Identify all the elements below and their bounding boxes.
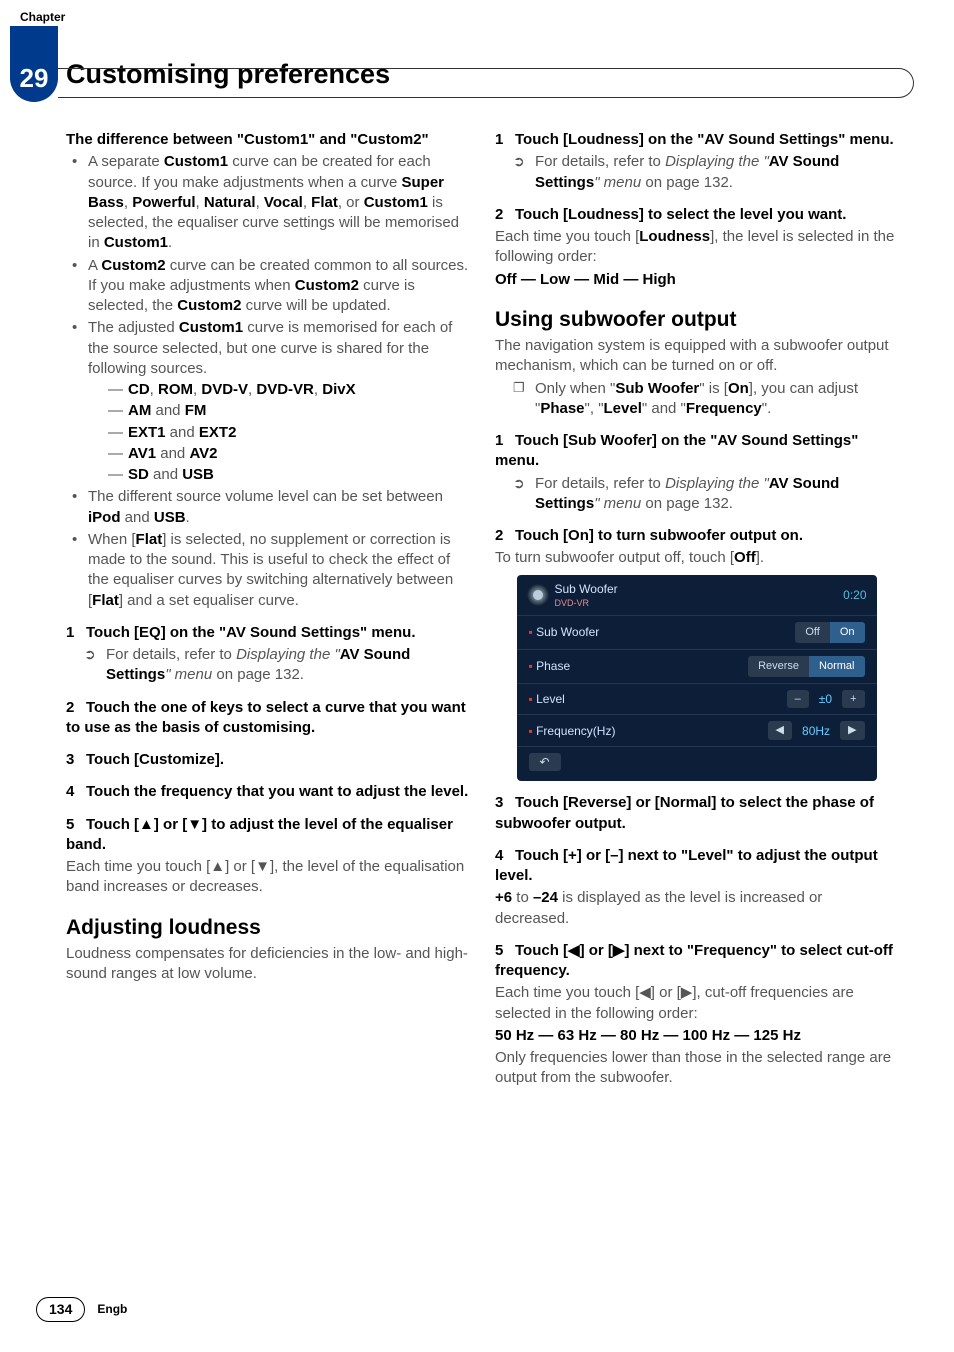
minus-button[interactable]: – xyxy=(787,690,809,709)
loudness-body: Loudness compensates for deficiencies in… xyxy=(66,944,469,985)
frequency-value: 80Hz xyxy=(792,723,840,739)
row-label: Phase xyxy=(529,658,749,674)
step-4: 4Touch [+] or [–] next to "Level" to adj… xyxy=(495,846,898,887)
step-2: 2Touch [On] to turn subwoofer output on. xyxy=(495,526,898,546)
disc-icon xyxy=(527,584,549,606)
page-number: 134 xyxy=(36,1297,85,1322)
screen-row-subwoofer: Sub Woofer Off On xyxy=(517,615,877,649)
back-button[interactable]: ↶ xyxy=(529,753,561,771)
step-body: Each time you touch [Loudness], the leve… xyxy=(495,227,898,268)
language-code: Engb xyxy=(97,1302,127,1318)
crossref-note: For details, refer to Displaying the "AV… xyxy=(495,152,898,193)
step-body: +6 to –24 is displayed as the level is i… xyxy=(495,888,898,929)
dash-item: EXT1 and EXT2 xyxy=(88,423,469,443)
level-value: ±0 xyxy=(809,691,842,707)
page-footer: 134 Engb xyxy=(36,1297,127,1322)
step-3: 3Touch [Customize]. xyxy=(66,750,469,770)
clock: 0:20 xyxy=(843,587,866,603)
list-item: A Custom2 curve can be created common to… xyxy=(66,256,469,317)
dash-item: SD and USB xyxy=(88,465,469,485)
header-rule xyxy=(58,68,914,98)
chapter-header: 29 Customising preferences xyxy=(10,54,914,96)
screen-row-phase: Phase Reverse Normal xyxy=(517,649,877,683)
condition-note: Only when "Sub Woofer" is [On], you can … xyxy=(495,379,898,420)
sequence: 50 Hz — 63 Hz — 80 Hz — 100 Hz — 125 Hz xyxy=(495,1026,898,1046)
screen-header: Sub Woofer DVD-VR 0:20 xyxy=(517,575,877,615)
chapter-number-badge: 29 xyxy=(10,26,58,102)
step-5: 5Touch [◀] or [▶] next to "Frequency" to… xyxy=(495,941,898,982)
list-item: The adjusted Custom1 curve is memorised … xyxy=(66,318,469,485)
reverse-button[interactable]: Reverse xyxy=(748,656,809,677)
normal-button[interactable]: Normal xyxy=(809,656,864,677)
list-item: The different source volume level can be… xyxy=(66,487,469,528)
step-3: 3Touch [Reverse] or [Normal] to select t… xyxy=(495,793,898,834)
next-button[interactable]: ▶ xyxy=(840,721,864,740)
step-1: 1Touch [Loudness] on the "AV Sound Setti… xyxy=(495,130,898,150)
step-2: 2Touch [Loudness] to select the level yo… xyxy=(495,205,898,225)
screen-row-frequency: Frequency(Hz) ◀ 80Hz ▶ xyxy=(517,714,877,746)
sequence: Off — Low — Mid — High xyxy=(495,270,898,290)
step-1: 1Touch [Sub Woofer] on the "AV Sound Set… xyxy=(495,431,898,472)
heading-subwoofer: Using subwoofer output xyxy=(495,306,898,334)
off-button[interactable]: Off xyxy=(795,622,829,643)
plus-button[interactable]: + xyxy=(842,690,864,709)
tail-body: Only frequencies lower than those in the… xyxy=(495,1048,898,1089)
step-1: 1Touch [EQ] on the "AV Sound Settings" m… xyxy=(66,623,469,643)
row-label: Sub Woofer xyxy=(529,624,796,640)
sub-body: The navigation system is equipped with a… xyxy=(495,336,898,377)
chapter-label: Chapter xyxy=(20,10,65,26)
right-column: 1Touch [Loudness] on the "AV Sound Setti… xyxy=(495,130,898,1272)
step-body: To turn subwoofer output off, touch [Off… xyxy=(495,548,898,568)
dash-item: AM and FM xyxy=(88,401,469,421)
on-button[interactable]: On xyxy=(830,622,865,643)
step-2: 2Touch the one of keys to select a curve… xyxy=(66,698,469,739)
step-4: 4Touch the frequency that you want to ad… xyxy=(66,782,469,802)
heading-loudness: Adjusting loudness xyxy=(66,914,469,942)
list-item: A separate Custom1 curve can be created … xyxy=(66,152,469,253)
crossref-note: For details, refer to Displaying the "AV… xyxy=(66,645,469,686)
screen-title: Sub Woofer xyxy=(555,581,618,597)
row-label: Level xyxy=(529,691,787,707)
step-body: Each time you touch [◀] or [▶], cut-off … xyxy=(495,983,898,1024)
dash-item: AV1 and AV2 xyxy=(88,444,469,464)
prev-button[interactable]: ◀ xyxy=(768,721,792,740)
dash-item: CD, ROM, DVD-V, DVD-VR, DivX xyxy=(88,380,469,400)
subwoofer-screen: Sub Woofer DVD-VR 0:20 Sub Woofer Off On… xyxy=(517,575,877,782)
source-label: DVD-VR xyxy=(555,597,618,609)
screen-row-level: Level – ±0 + xyxy=(517,683,877,715)
toggle-phase[interactable]: Reverse Normal xyxy=(748,656,864,677)
step-body: Each time you touch [▲] or [▼], the leve… xyxy=(66,857,469,898)
list-item: When [Flat] is selected, no supplement o… xyxy=(66,530,469,611)
left-column: The difference between "Custom1" and "Cu… xyxy=(66,130,469,1272)
toggle-subwoofer[interactable]: Off On xyxy=(795,622,864,643)
diff-heading: The difference between "Custom1" and "Cu… xyxy=(66,130,469,150)
crossref-note: For details, refer to Displaying the "AV… xyxy=(495,474,898,515)
screen-footer: ↶ xyxy=(517,746,877,777)
diff-list: A separate Custom1 curve can be created … xyxy=(66,152,469,611)
row-label: Frequency(Hz) xyxy=(529,723,768,739)
step-5: 5Touch [▲] or [▼] to adjust the level of… xyxy=(66,815,469,856)
